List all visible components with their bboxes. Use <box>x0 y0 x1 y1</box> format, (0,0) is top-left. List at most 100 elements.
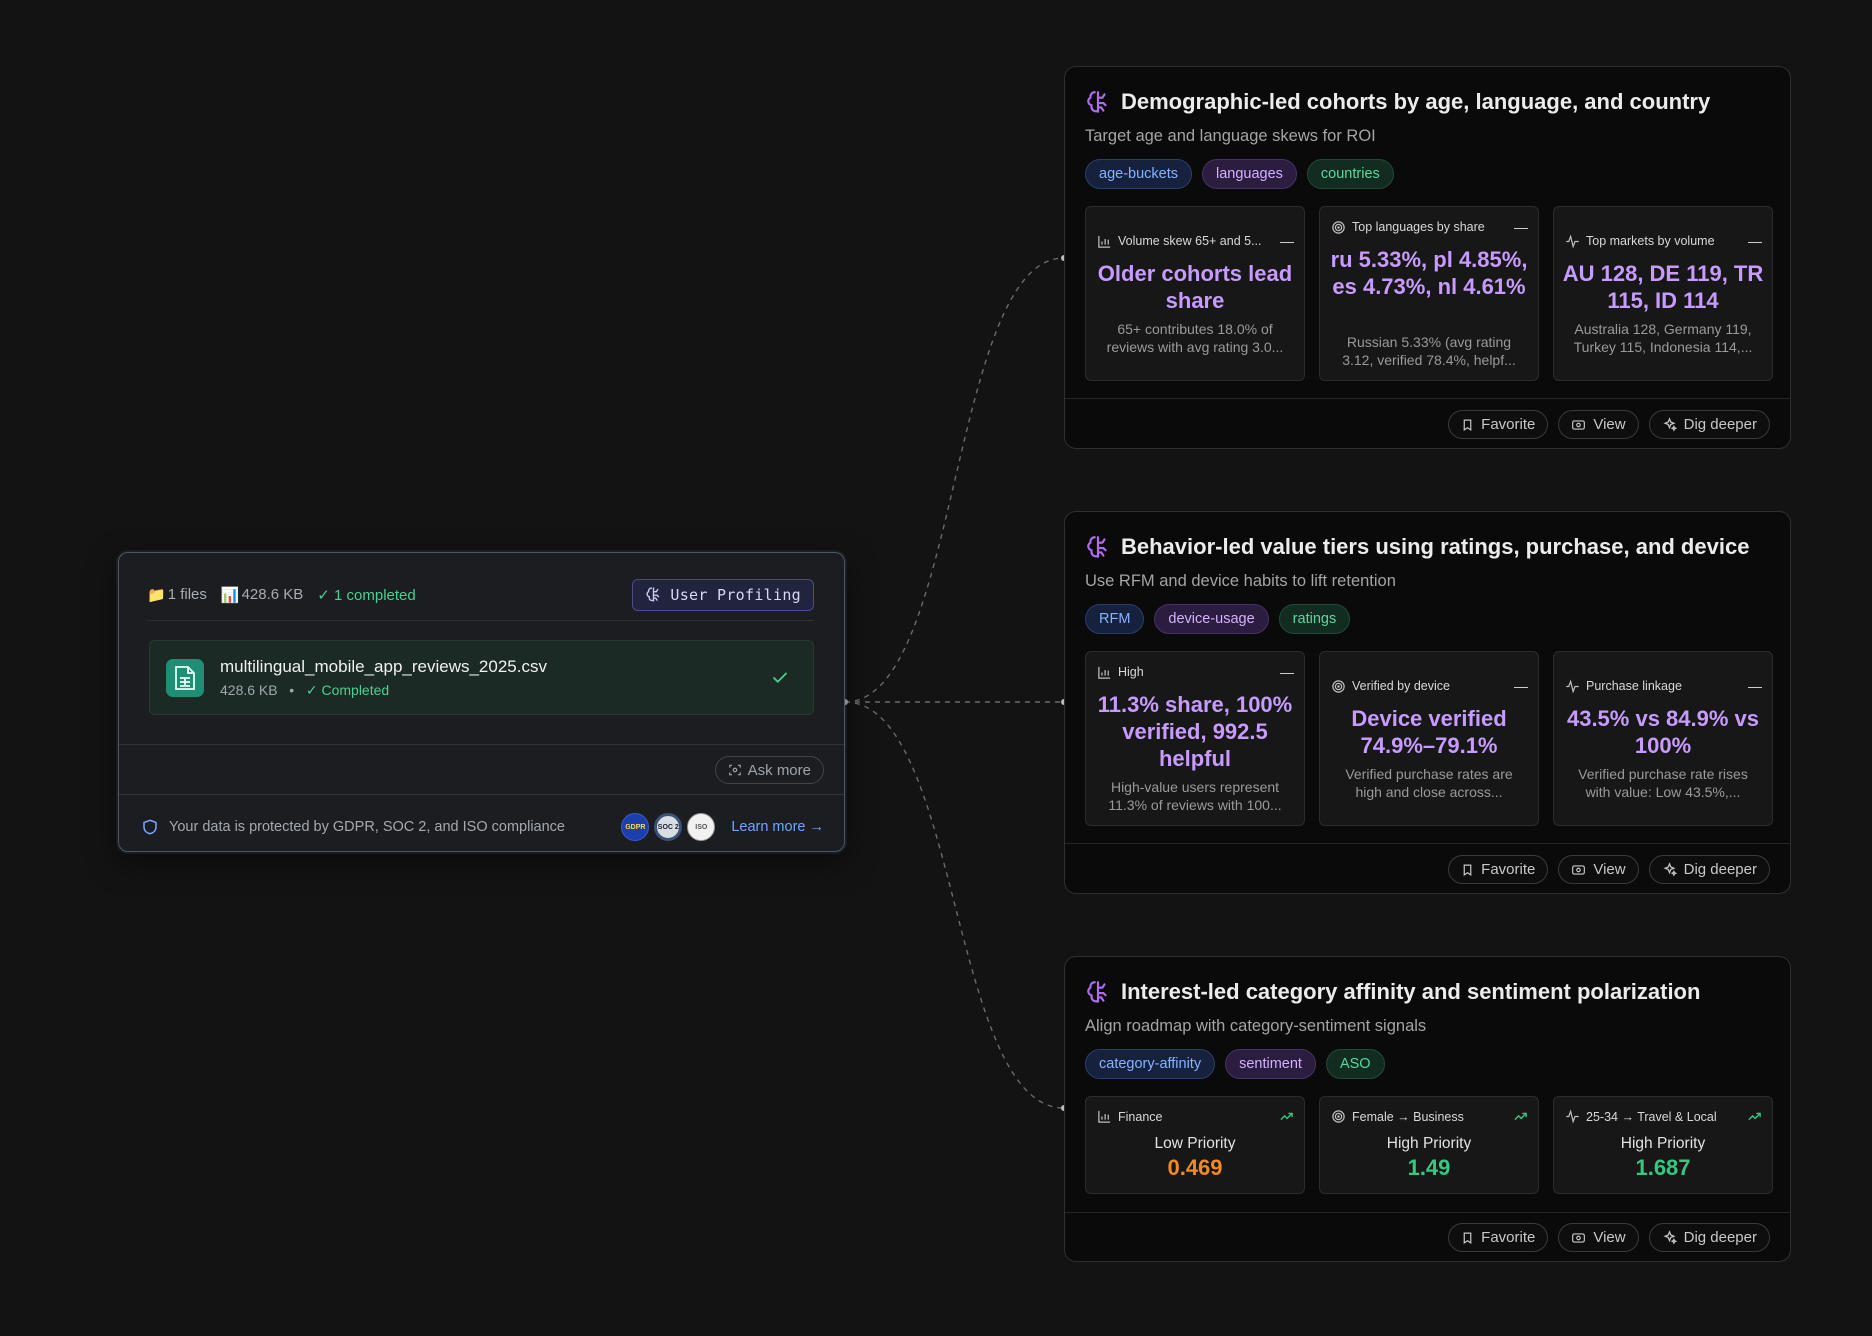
dig-deeper-button[interactable]: Dig deeper <box>1648 1223 1770 1252</box>
minus-icon: — <box>1514 678 1528 694</box>
metric-value: 43.5% vs 84.9% vs 100% <box>1566 706 1760 758</box>
view-button[interactable]: View <box>1558 410 1639 439</box>
insight-subtitle: Align roadmap with category-sentiment si… <box>1085 1017 1427 1035</box>
action-bar: Favorite View Dig deeper <box>1448 855 1770 884</box>
tag[interactable]: sentiment <box>1225 1049 1316 1079</box>
metric-label: Verified by device <box>1352 679 1450 693</box>
trending-up-icon <box>1514 1112 1527 1121</box>
priority-label: Low Priority <box>1154 1135 1236 1152</box>
metric-label: Top markets by volume <box>1586 234 1715 248</box>
metric-desc: High-value users represent 11.3% of revi… <box>1108 779 1282 813</box>
learn-more-link[interactable]: Learn more → <box>731 819 824 835</box>
dig-deeper-button[interactable]: Dig deeper <box>1648 410 1770 439</box>
metric-desc: Verified purchase rates are high and clo… <box>1345 766 1513 800</box>
insight-title: Behavior-led value tiers using ratings, … <box>1121 534 1750 559</box>
metric-card[interactable]: Top markets by volume — AU 128, DE 119, … <box>1553 206 1773 381</box>
metric-desc: Verified purchase rate rises with value:… <box>1578 766 1748 800</box>
bar-chart-icon <box>1098 235 1111 248</box>
target-icon <box>1332 679 1345 693</box>
favorite-button[interactable]: Favorite <box>1448 410 1549 439</box>
bar-chart-icon <box>1098 666 1111 679</box>
bookmark-icon <box>1463 419 1472 431</box>
file-row[interactable]: multilingual_mobile_app_reviews_2025.csv… <box>149 640 814 715</box>
divider <box>1065 1212 1790 1213</box>
metric-card[interactable]: Verified by device — Device verified 74.… <box>1319 651 1539 826</box>
metric-row: Finance Low Priority 0.469 Female → Busi… <box>1085 1096 1773 1194</box>
metric-card[interactable]: Volume skew 65+ and 5... — Older cohorts… <box>1085 206 1305 381</box>
metric-label: High <box>1118 665 1144 679</box>
metric-card[interactable]: Purchase linkage — 43.5% vs 84.9% vs 100… <box>1553 651 1773 826</box>
favorite-button[interactable]: Favorite <box>1448 1223 1549 1252</box>
activity-icon <box>1566 1109 1579 1124</box>
user-profiling-badge[interactable]: User Profiling <box>632 578 814 611</box>
metric-card[interactable]: 25-34 → Travel & Local High Priority 1.6… <box>1553 1096 1773 1194</box>
metric-desc: Australia 128, Germany 119, Turkey 115, … <box>1573 321 1753 355</box>
metric-label: Top languages by share <box>1352 220 1485 234</box>
tag[interactable]: countries <box>1306 159 1394 189</box>
compliance-note: Your data is protected by GDPR, SOC 2, a… <box>169 819 565 835</box>
file-meta: 428.6 KB • ✓ Completed <box>220 681 390 698</box>
compliance-footer: Your data is protected by GDPR, SOC 2, a… <box>141 813 824 841</box>
metric-value: 11.3% share, 100% verified, 992.5 helpfu… <box>1097 692 1293 771</box>
insight-header: Behavior-led value tiers using ratings, … <box>1085 534 1749 560</box>
minus-icon: — <box>1748 678 1762 694</box>
priority-label: High Priority <box>1386 1135 1472 1152</box>
priority-score: 1.687 <box>1635 1155 1691 1180</box>
completed-count: ✓ 1 completed <box>317 586 416 604</box>
tag[interactable]: category-affinity <box>1085 1049 1216 1079</box>
minus-icon: — <box>1280 233 1294 249</box>
metric-card[interactable]: Female → Business High Priority 1.49 <box>1319 1096 1539 1194</box>
activity-icon <box>1566 678 1579 694</box>
divider <box>1065 843 1790 844</box>
check-icon <box>773 672 787 683</box>
tag[interactable]: device-usage <box>1154 604 1269 634</box>
metric-value: Older cohorts lead share <box>1097 261 1293 313</box>
insight-header: Demographic-led cohorts by age, language… <box>1085 89 1710 115</box>
bar-chart-icon <box>1098 1110 1111 1123</box>
scan-icon <box>728 764 741 776</box>
file-name: multilingual_mobile_app_reviews_2025.csv <box>220 656 547 676</box>
chart-icon: 📊 <box>220 586 240 604</box>
target-icon <box>1332 220 1345 234</box>
tag[interactable]: ratings <box>1278 604 1351 634</box>
divider <box>119 744 844 745</box>
metric-label: Volume skew 65+ and 5... <box>1118 234 1262 248</box>
tag[interactable]: RFM <box>1085 604 1145 634</box>
metric-card[interactable]: Top languages by share — ru 5.33%, pl 4.… <box>1319 206 1539 381</box>
metric-label: Female → Business <box>1352 1109 1464 1124</box>
spreadsheet-icon <box>166 658 204 697</box>
iso-badge: ISO <box>687 813 716 841</box>
folder-icon: 📁 <box>147 586 166 604</box>
activity-icon <box>1566 233 1579 249</box>
ask-more-button[interactable]: Ask more <box>714 756 824 784</box>
soc2-badge: SOC 2 <box>654 813 683 841</box>
favorite-button[interactable]: Favorite <box>1448 855 1549 884</box>
insight-title: Demographic-led cohorts by age, language… <box>1121 89 1711 114</box>
view-button[interactable]: View <box>1558 855 1639 884</box>
bookmark-icon <box>1463 864 1472 876</box>
view-button[interactable]: View <box>1558 1223 1639 1252</box>
insight-card-demographic: Demographic-led cohorts by age, language… <box>1064 66 1791 449</box>
sparkles-icon <box>1663 862 1677 877</box>
metric-desc: 65+ contributes 18.0% of reviews with av… <box>1106 321 1284 355</box>
metric-card[interactable]: High — 11.3% share, 100% verified, 992.5… <box>1085 651 1305 826</box>
gdpr-badge: GDPR <box>621 813 650 841</box>
insight-subtitle: Target age and language skews for ROI <box>1085 127 1376 145</box>
insight-title: Interest-led category affinity and senti… <box>1121 979 1701 1004</box>
brain-icon <box>1087 536 1107 558</box>
metric-card[interactable]: Finance Low Priority 0.469 <box>1085 1096 1305 1194</box>
tag[interactable]: languages <box>1202 159 1297 189</box>
insight-card-interest: Interest-led category affinity and senti… <box>1064 956 1791 1262</box>
tag[interactable]: ASO <box>1325 1049 1385 1079</box>
priority-score: 0.469 <box>1167 1155 1223 1180</box>
insight-card-behavior: Behavior-led value tiers using ratings, … <box>1064 511 1791 894</box>
source-summary: 📁 1 files 📊 428.6 KB ✓ 1 completed User … <box>147 577 814 621</box>
minus-icon: — <box>1514 219 1528 235</box>
total-size: 📊 428.6 KB <box>220 586 304 604</box>
dig-deeper-button[interactable]: Dig deeper <box>1648 855 1770 884</box>
insight-subtitle: Use RFM and device habits to lift retent… <box>1085 572 1396 590</box>
trending-up-icon <box>1748 1112 1761 1121</box>
action-bar: Favorite View Dig deeper <box>1448 1223 1770 1252</box>
tag[interactable]: age-buckets <box>1085 159 1192 189</box>
sparkles-icon <box>1663 417 1677 432</box>
